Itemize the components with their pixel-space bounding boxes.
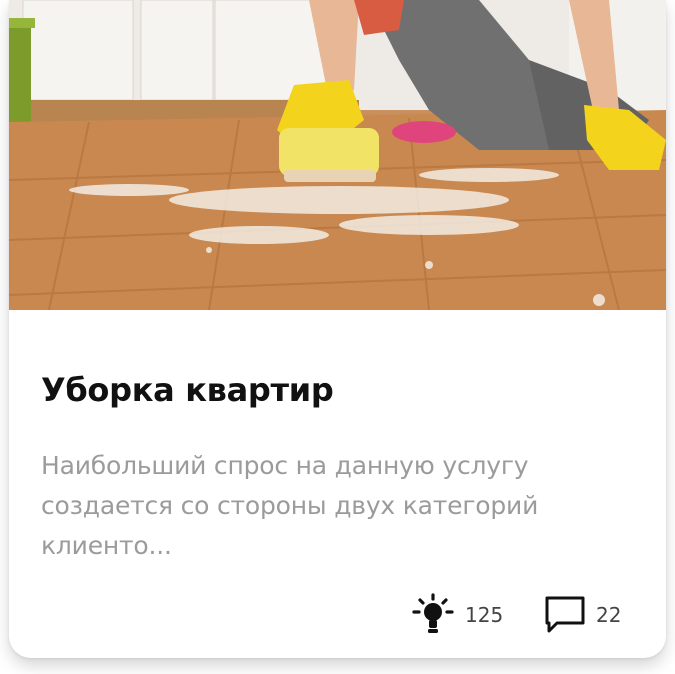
card-description: Наибольший спрос на данную услугу создае… <box>41 451 539 560</box>
article-card[interactable]: Уборка квартир Наибольший спрос на данну… <box>9 0 666 658</box>
comments-stat[interactable]: 22 <box>544 592 621 638</box>
speech-bubble-icon <box>545 596 585 633</box>
card-image[interactable] <box>9 0 666 310</box>
likes-stat[interactable]: 125 <box>411 592 503 638</box>
likes-count: 125 <box>465 603 504 627</box>
lightbulb-icon <box>412 593 454 633</box>
cleaning-photo <box>9 0 666 310</box>
card-title[interactable]: Уборка квартир <box>41 368 641 412</box>
comments-count: 22 <box>596 603 622 627</box>
